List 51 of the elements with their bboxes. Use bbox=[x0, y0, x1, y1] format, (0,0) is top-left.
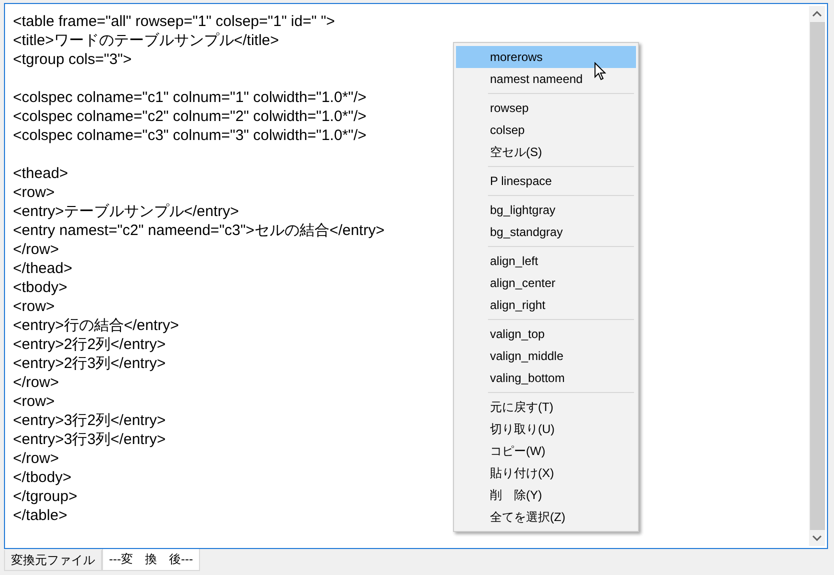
code-line: <row> bbox=[13, 392, 55, 411]
code-line: <colspec colname="c2" colnum="2" colwidth="1.0*"/> bbox=[13, 107, 366, 126]
menu-item[interactable]: namest nameend bbox=[456, 68, 636, 90]
menu-item[interactable]: 貼り付け(X) bbox=[456, 462, 636, 484]
menu-item[interactable]: 削 除(Y) bbox=[456, 484, 636, 506]
menu-item[interactable]: 空セル(S) bbox=[456, 141, 636, 163]
menu-item[interactable]: 元に戻す(T) bbox=[456, 396, 636, 418]
menu-item[interactable]: valing_bottom bbox=[456, 367, 636, 389]
menu-item[interactable]: align_left bbox=[456, 250, 636, 272]
code-line: <entry>3行2列</entry> bbox=[13, 411, 166, 430]
code-line: <thead> bbox=[13, 164, 68, 183]
menu-item[interactable]: colsep bbox=[456, 119, 636, 141]
code-line: <row> bbox=[13, 297, 55, 316]
code-line: <entry namest="c2" nameend="c3">セルの結合</entry> bbox=[13, 221, 384, 240]
tab[interactable]: ---変 換 後--- bbox=[102, 549, 200, 571]
code-line: <tbody> bbox=[13, 278, 68, 297]
menu-item[interactable]: morerows bbox=[456, 46, 636, 68]
text-editor[interactable] bbox=[4, 3, 828, 549]
menu-item[interactable]: P linespace bbox=[456, 170, 636, 192]
code-line: </tgroup> bbox=[13, 487, 78, 506]
menu-item[interactable]: valign_middle bbox=[456, 345, 636, 367]
code-line: <title>ワードのテーブルサンプル</title> bbox=[13, 31, 279, 50]
code-line: <row> bbox=[13, 183, 55, 202]
menu-item[interactable]: コピー(W) bbox=[456, 440, 636, 462]
menu-item[interactable]: 全てを選択(Z) bbox=[456, 506, 636, 528]
code-line: <colspec colname="c3" colnum="3" colwidth="1.0*"/> bbox=[13, 126, 366, 145]
code-line: </table> bbox=[13, 506, 68, 525]
menu-item[interactable]: 切り取り(U) bbox=[456, 418, 636, 440]
code-line: </thead> bbox=[13, 259, 72, 278]
scroll-down-icon[interactable] bbox=[812, 535, 822, 541]
code-line: </row> bbox=[13, 373, 59, 392]
menu-item[interactable]: bg_standgray bbox=[456, 221, 636, 243]
menu-item[interactable]: rowsep bbox=[456, 97, 636, 119]
code-line: <entry>2行3列</entry> bbox=[13, 354, 166, 373]
menu-item[interactable]: bg_lightgray bbox=[456, 199, 636, 221]
code-line: <tgroup cols="3"> bbox=[13, 50, 132, 69]
code-line: </row> bbox=[13, 449, 59, 468]
code-line: <entry>3行3列</entry> bbox=[13, 430, 166, 449]
code-line: <colspec colname="c1" colnum="1" colwidth="1.0*"/> bbox=[13, 88, 366, 107]
code-line: </row> bbox=[13, 240, 59, 259]
code-line: <entry>2行2列</entry> bbox=[13, 335, 166, 354]
menu-item[interactable]: align_center bbox=[456, 272, 636, 294]
mouse-pointer-icon bbox=[594, 62, 606, 81]
code-line: <table frame="all" rowsep="1" colsep="1" id=" "> bbox=[13, 12, 335, 31]
code-line: <entry>テーブルサンプル</entry> bbox=[13, 202, 239, 221]
scroll-up-icon[interactable] bbox=[812, 11, 822, 17]
tab[interactable]: 変換元ファイル bbox=[4, 550, 102, 571]
menu-item[interactable]: valign_top bbox=[456, 323, 636, 345]
code-line: <entry>行の結合</entry> bbox=[13, 316, 179, 335]
menu-item[interactable]: align_right bbox=[456, 294, 636, 316]
code-line: </tbody> bbox=[13, 468, 72, 487]
